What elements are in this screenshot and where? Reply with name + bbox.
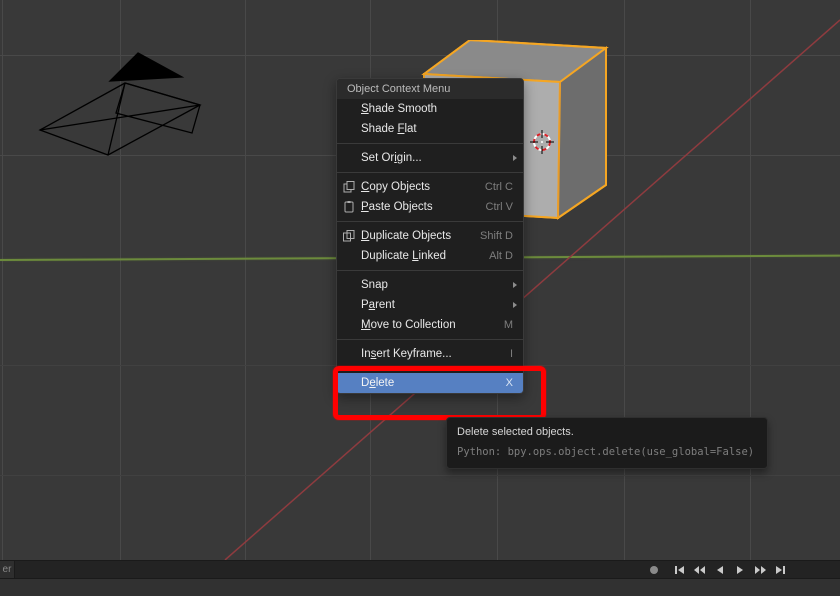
submenu-arrow-icon xyxy=(513,282,517,288)
menu-item-label: Move to Collection xyxy=(361,319,496,331)
menu-shade-flat[interactable]: Shade Flat xyxy=(337,119,523,139)
record-icon xyxy=(650,566,658,574)
tooltip: Delete selected objects. Python: bpy.ops… xyxy=(446,417,768,469)
play-button[interactable] xyxy=(730,563,750,577)
menu-item-label: Duplicate Objects xyxy=(361,230,472,242)
menu-item-label: Parent xyxy=(361,299,513,311)
jump-to-end-button[interactable] xyxy=(770,563,790,577)
menu-shortcut: I xyxy=(510,348,513,360)
menu-copy-objects[interactable]: Copy Objects Ctrl C xyxy=(337,177,523,197)
menu-shortcut: Alt D xyxy=(489,250,513,262)
status-bar xyxy=(0,578,840,596)
context-menu-title: Object Context Menu xyxy=(337,79,523,99)
menu-item-label: Shade Smooth xyxy=(361,103,513,115)
menu-item-label: Snap xyxy=(361,279,513,291)
menu-shortcut: X xyxy=(506,377,513,389)
menu-item-label: Set Origin... xyxy=(361,152,513,164)
copy-icon xyxy=(341,179,357,195)
menu-snap[interactable]: Snap xyxy=(337,275,523,295)
paste-icon xyxy=(341,199,357,215)
menu-insert-keyframe[interactable]: Insert Keyframe... I xyxy=(337,344,523,364)
menu-item-label: Insert Keyframe... xyxy=(361,348,502,360)
menu-duplicate-objects[interactable]: Duplicate Objects Shift D xyxy=(337,226,523,246)
menu-item-label: Duplicate Linked xyxy=(361,250,481,262)
submenu-arrow-icon xyxy=(513,302,517,308)
menu-shortcut: Shift D xyxy=(480,230,513,242)
keyframe-prev-button[interactable] xyxy=(690,563,710,577)
menu-duplicate-linked[interactable]: Duplicate Linked Alt D xyxy=(337,246,523,266)
auto-keying-button[interactable] xyxy=(644,563,664,577)
timeline-header[interactable]: er xyxy=(0,560,840,578)
duplicate-icon xyxy=(341,228,357,244)
menu-parent[interactable]: Parent xyxy=(337,295,523,315)
menu-delete[interactable]: Delete X xyxy=(337,373,523,393)
menu-item-label: Shade Flat xyxy=(361,123,513,135)
menu-set-origin[interactable]: Set Origin... xyxy=(337,148,523,168)
bottom-bars: er xyxy=(0,560,840,596)
menu-shortcut: Ctrl V xyxy=(486,201,514,213)
menu-shade-smooth[interactable]: Shade Smooth xyxy=(337,99,523,119)
tooltip-description: Delete selected objects. xyxy=(457,426,757,438)
menu-item-label: Copy Objects xyxy=(361,181,477,193)
tooltip-python: Python: bpy.ops.object.delete(use_global… xyxy=(457,446,757,458)
keyframe-next-button[interactable] xyxy=(750,563,770,577)
menu-shortcut: M xyxy=(504,319,513,331)
camera-object[interactable] xyxy=(20,35,270,220)
panel-corner-left[interactable]: er xyxy=(0,561,15,578)
menu-paste-objects[interactable]: Paste Objects Ctrl V xyxy=(337,197,523,217)
submenu-arrow-icon xyxy=(513,155,517,161)
play-reverse-button[interactable] xyxy=(710,563,730,577)
jump-to-start-button[interactable] xyxy=(670,563,690,577)
menu-item-label: Paste Objects xyxy=(361,201,478,213)
object-context-menu: Object Context Menu Shade Smooth Shade F… xyxy=(336,78,524,394)
menu-move-to-collection[interactable]: Move to Collection M xyxy=(337,315,523,335)
menu-shortcut: Ctrl C xyxy=(485,181,513,193)
playback-controls xyxy=(644,561,840,578)
menu-item-label: Delete xyxy=(361,377,498,389)
